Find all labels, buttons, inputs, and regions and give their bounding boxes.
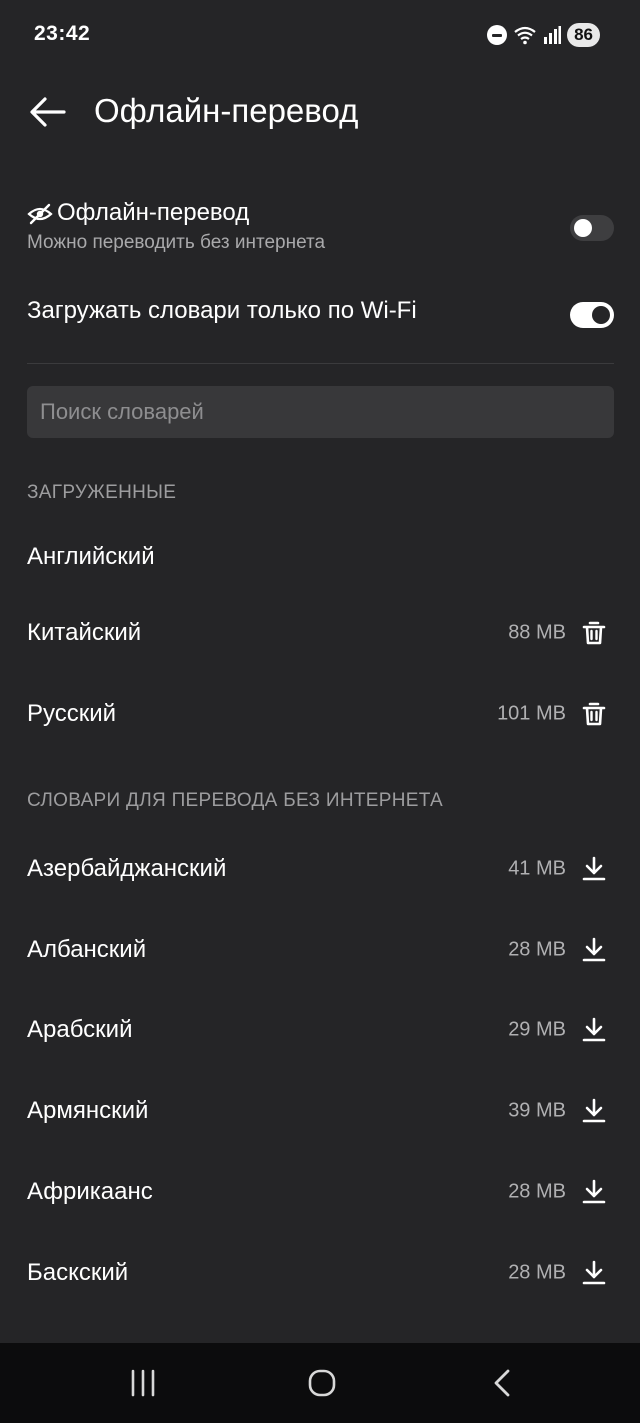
dictionary-search[interactable] [27, 386, 614, 438]
list-item[interactable]: Баскский 28 MB [0, 1241, 640, 1305]
download-icon[interactable] [580, 1178, 608, 1206]
download-icon[interactable] [580, 1259, 608, 1287]
item-size: 88 MB [508, 621, 566, 644]
system-navigation-bar [0, 1343, 640, 1423]
available-section-header: СЛОВАРИ ДЛЯ ПЕРЕВОДА БЕЗ ИНТЕРНЕТА [27, 790, 443, 811]
battery-badge: 86 [567, 23, 600, 47]
offline-translation-setting[interactable]: Офлайн-перевод Можно переводить без инте… [27, 199, 614, 263]
wifi-icon [514, 26, 536, 45]
signal-icon [544, 26, 562, 44]
list-item[interactable]: Армянский 39 MB [0, 1079, 640, 1143]
list-item[interactable]: Английский [0, 525, 640, 589]
list-item[interactable]: Азербайджанский 41 MB [0, 837, 640, 901]
trash-icon[interactable] [580, 700, 608, 728]
wifi-only-toggle[interactable] [570, 302, 614, 328]
recents-icon [131, 1369, 155, 1397]
wifi-only-setting[interactable]: Загружать словари только по Wi-Fi [27, 297, 614, 333]
download-icon[interactable] [580, 1016, 608, 1044]
recents-button[interactable] [113, 1363, 173, 1403]
divider [27, 363, 614, 364]
do-not-disturb-icon [487, 25, 508, 45]
item-size: 28 MB [508, 938, 566, 961]
list-item[interactable]: Арабский 29 MB [0, 998, 640, 1062]
list-item[interactable]: Африкаанс 28 MB [0, 1160, 640, 1224]
nav-back-button[interactable] [472, 1363, 532, 1403]
item-size: 101 MB [497, 702, 566, 725]
item-size: 28 MB [508, 1261, 566, 1284]
status-icons: 86 [487, 22, 600, 48]
trash-icon[interactable] [580, 619, 608, 647]
offline-translation-toggle[interactable] [570, 215, 614, 241]
arrow-left-icon [30, 97, 66, 127]
item-size: 29 MB [508, 1018, 566, 1041]
item-size: 39 MB [508, 1099, 566, 1122]
status-bar: 23:42 86 [0, 0, 640, 70]
list-item[interactable]: Китайский 88 MB [0, 601, 640, 665]
status-time: 23:42 [34, 22, 91, 45]
app-header: Офлайн-перевод [0, 70, 640, 154]
download-icon[interactable] [580, 855, 608, 883]
download-icon[interactable] [580, 1097, 608, 1125]
item-size: 28 MB [508, 1180, 566, 1203]
search-input[interactable] [27, 386, 614, 438]
list-item[interactable]: Албанский 28 MB [0, 918, 640, 982]
eye-off-icon [27, 203, 53, 225]
home-button[interactable] [292, 1363, 352, 1403]
page-title: Офлайн-перевод [94, 92, 359, 129]
list-item[interactable]: Русский 101 MB [0, 682, 640, 746]
offline-translation-subtitle: Можно переводить без интернета [27, 232, 326, 253]
home-icon [308, 1369, 336, 1397]
chevron-left-icon [494, 1369, 510, 1397]
offline-translation-label: Офлайн-перевод [57, 199, 250, 226]
back-button[interactable] [24, 90, 72, 134]
item-size: 41 MB [508, 857, 566, 880]
download-icon[interactable] [580, 936, 608, 964]
downloaded-section-header: ЗАГРУЖЕННЫЕ [27, 482, 177, 503]
wifi-only-label: Загружать словари только по Wi-Fi [27, 297, 417, 324]
